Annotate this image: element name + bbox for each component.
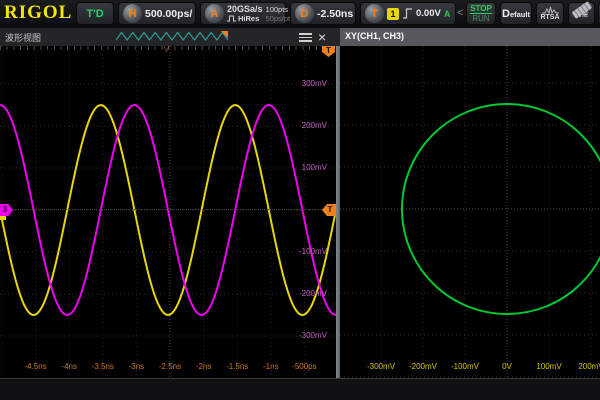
close-icon[interactable]: × [318,28,326,46]
waveform-panel: ▽ T 3 T 300mV200mV100mV-100mV-200mV-300m… [0,46,336,378]
time-tick-label: -4.5ns [18,362,54,371]
xy-tick-label: -300mV [359,362,403,371]
trigger-status-button[interactable]: T'D [76,2,114,25]
oscilloscope-screen: RIGOL T'D H 500.00ps/ A 20GSa/s HiRes 10… [0,0,600,400]
record-preview-waveform[interactable] [116,31,228,42]
xy-plot [340,46,600,378]
default-button[interactable]: Default [500,2,532,25]
horizontal-scale-button[interactable]: H 500.00ps/ [118,2,196,25]
collapse-chevron-icon[interactable]: < [457,7,463,19]
horizontal-scale-value: 500.00ps/ [145,8,192,20]
time-tick-label: -1.5ns [219,362,255,371]
waveform-plot [0,46,336,378]
bottom-status-bar: ⚙ CH1 100.00mV/ =Ω CH2 200.00mV/ =Ω CH3 … [0,378,600,400]
xy-window-header[interactable]: XY(CH1, CH3) [340,28,600,46]
rigol-logo: RIGOL [4,2,72,24]
voltage-tick-label: 100mV [302,163,327,172]
sample-rate-value: 20GSa/s [227,5,263,14]
rising-edge-icon [402,7,413,20]
time-tick-label: -2ns [186,362,222,371]
acquisition-knob-icon[interactable]: A [205,4,224,23]
acquisition-button[interactable]: A 20GSa/s HiRes 100pts 50ps/pt [200,2,286,25]
rtsa-label: RTSA [540,14,559,22]
trigger-knob-icon[interactable]: T [365,4,384,23]
stop-label: STOP [470,4,492,14]
xy-trace [402,104,600,314]
time-tick-label: -3.5ns [85,362,121,371]
time-tick-label: -500ps [286,362,322,371]
acq-mode-label: HiRes [238,14,259,23]
time-tick-label: -2.5ns [152,362,188,371]
time-tick-label: -4ns [51,362,87,371]
trigger-mode-label: A [444,9,451,19]
resolution-value: 50ps/pt [266,14,291,23]
trigger-source-badge: 1 [387,8,399,20]
run-label: RUN [472,14,489,23]
voltage-tick-label: 300mV [302,79,327,88]
spectrum-icon [542,6,559,14]
stop-run-button[interactable]: STOP RUN [466,2,496,25]
measure-button[interactable]: 测量 [568,2,595,25]
acq-mode-icon [227,15,236,22]
voltage-tick-label: -100mV [299,247,327,256]
trigger-level-line [13,209,331,210]
voltage-tick-label: 200mV [302,121,327,130]
trigger-level-value: 0.00V [416,8,441,19]
menu-icon[interactable] [299,33,312,42]
xy-tick-label: -100mV [443,362,487,371]
trigger-button[interactable]: T 1 0.00V A [360,2,456,25]
xy-tick-label: -200mV [401,362,445,371]
rtsa-button[interactable]: RTSA [536,2,564,25]
horizontal-knob-icon[interactable]: H [123,4,142,23]
top-toolbar: RIGOL T'D H 500.00ps/ A 20GSa/s HiRes 10… [0,0,600,29]
default-label-first: D [502,8,510,20]
delay-button[interactable]: D -2.50ns [290,2,356,25]
time-tick-label: -3ns [118,362,154,371]
delay-knob-icon[interactable]: D [295,4,314,23]
time-tick-label: -1ns [253,362,289,371]
voltage-tick-label: -200mV [299,289,327,298]
xy-tick-label: 200mV [569,362,600,371]
waveform-view-tab[interactable]: 波形视图 [5,31,41,44]
xy-panel: -300mV-200mV-100mV0V100mV200mV [340,46,600,378]
default-label-rest: efault [510,10,530,19]
trigger-status-label: T'D [86,8,103,20]
points-value: 100pts [266,5,291,14]
delay-value: -2.50ns [317,8,353,20]
voltage-tick-label: -300mV [299,331,327,340]
xy-tick-label: 0V [485,362,529,371]
xy-window-title: XY(CH1, CH3) [345,31,404,41]
xy-tick-label: 100mV [527,362,571,371]
ref-position-icon[interactable]: ▽ [163,46,170,54]
